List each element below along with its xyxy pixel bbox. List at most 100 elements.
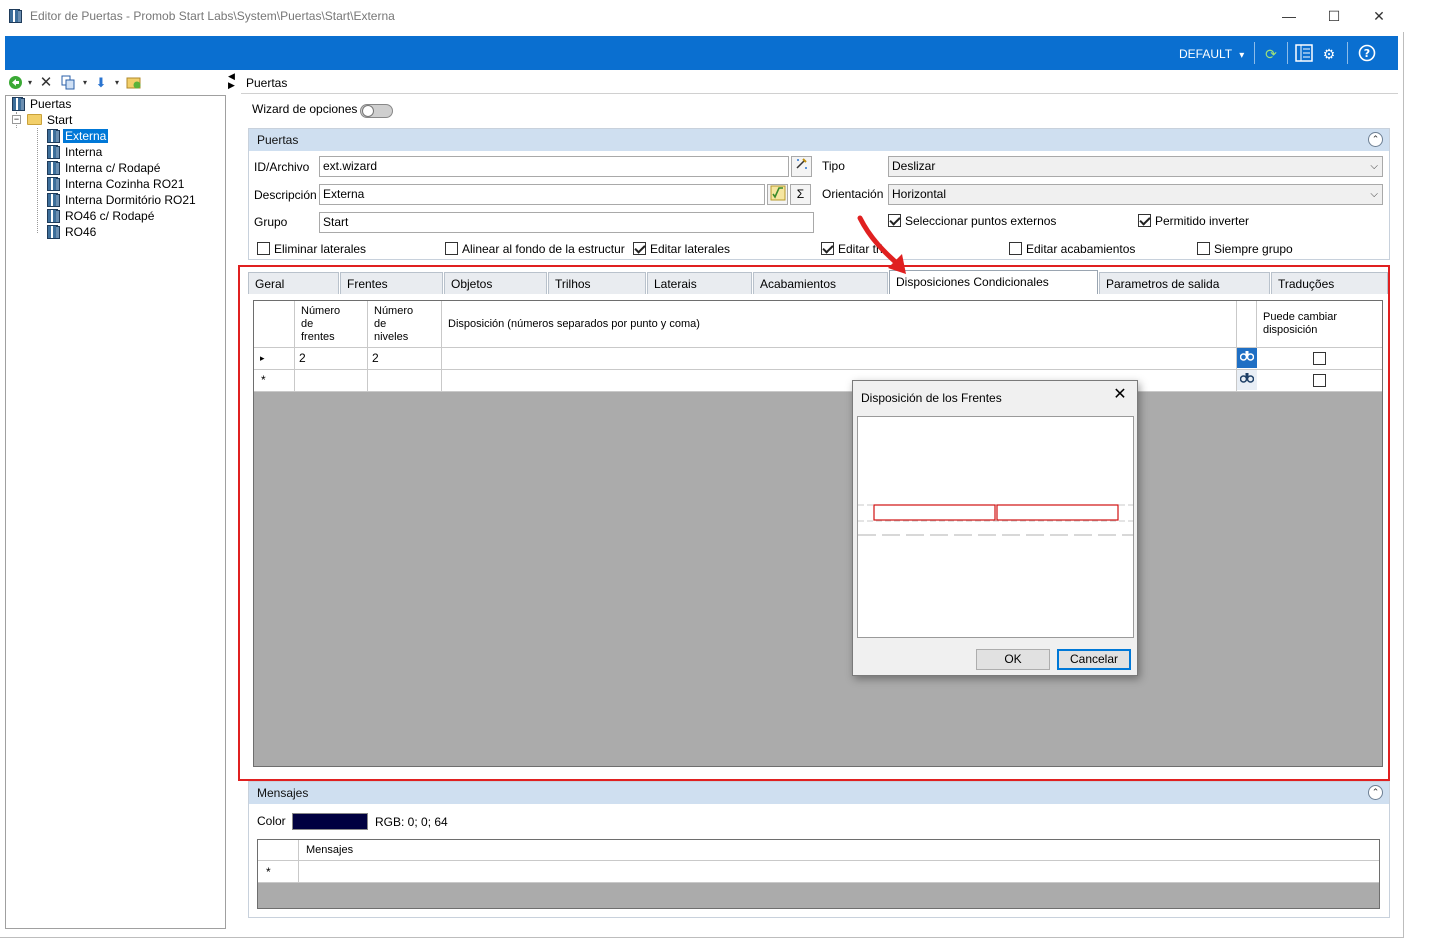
color-value: RGB: 0; 0; 64 bbox=[375, 815, 448, 829]
copy-icon[interactable] bbox=[60, 75, 76, 91]
editar-acabamientos-label: Editar acabamientos bbox=[1026, 242, 1136, 256]
toolbar-divider bbox=[1287, 42, 1288, 64]
breadcrumb-label: Puertas bbox=[246, 76, 288, 90]
color-swatch[interactable] bbox=[292, 813, 368, 830]
editar-laterales-checkbox[interactable]: Editar laterales bbox=[633, 242, 730, 256]
annotation-arrow-icon bbox=[857, 215, 906, 274]
title-bar: Editor de Puertas - Promob Start Labs\Sy… bbox=[0, 0, 1404, 32]
door-icon bbox=[46, 145, 60, 159]
delete-icon[interactable]: ✕ bbox=[38, 75, 54, 91]
table-row-new[interactable]: * bbox=[258, 861, 1379, 883]
close-button[interactable]: ✕ bbox=[1356, 4, 1402, 28]
siempre-grupo-label: Siempre grupo bbox=[1214, 242, 1293, 256]
tree-item-ro46[interactable]: RO46 bbox=[46, 225, 98, 241]
toolbar-divider bbox=[1347, 42, 1348, 64]
siempre-grupo-checkbox[interactable]: Siempre grupo bbox=[1197, 242, 1293, 256]
header-mensajes[interactable]: Mensajes bbox=[306, 844, 353, 856]
tipo-label: Tipo bbox=[822, 159, 845, 173]
maximize-button[interactable]: ☐ bbox=[1311, 4, 1357, 28]
tree-folder-start[interactable]: Start bbox=[27, 113, 74, 129]
help-icon[interactable]: ? bbox=[1357, 44, 1377, 64]
collapse-up-icon[interactable]: ⌃ bbox=[1368, 785, 1383, 800]
dialog-close-icon[interactable]: ✕ bbox=[1111, 386, 1129, 404]
move-down-icon[interactable]: ⬇ bbox=[93, 75, 109, 91]
tree-item-interna-cozinha[interactable]: Interna Cozinha RO21 bbox=[46, 177, 186, 193]
tree-root-puertas[interactable]: Puertas bbox=[11, 97, 73, 113]
checkbox-icon bbox=[257, 242, 270, 255]
refresh-icon[interactable]: ⟳ bbox=[1261, 44, 1281, 64]
copy-dropdown-arrow-icon[interactable]: ▾ bbox=[77, 75, 93, 91]
seleccionar-puntos-label: Seleccionar puntos externos bbox=[905, 214, 1057, 228]
door-icon bbox=[46, 129, 60, 143]
disposicion-frentes-dialog: Disposición de los Frentes ✕ OK Cancelar bbox=[852, 380, 1138, 676]
cancel-button[interactable]: Cancelar bbox=[1057, 649, 1131, 670]
color-label: Color bbox=[257, 814, 286, 828]
group-label: Grupo bbox=[254, 215, 288, 229]
profile-label: DEFAULT bbox=[1179, 47, 1232, 61]
doors-group-title: Puertas bbox=[249, 129, 1389, 151]
add-icon[interactable] bbox=[7, 75, 23, 91]
chevron-down-icon: ⌵ bbox=[1370, 189, 1378, 200]
add-dropdown-arrow-icon[interactable]: ▾ bbox=[22, 75, 38, 91]
door-editor-window: Editor de Puertas - Promob Start Labs\Sy… bbox=[0, 0, 1404, 938]
tree-item-interna[interactable]: Interna bbox=[46, 145, 104, 161]
eliminar-laterales-label: Eliminar laterales bbox=[274, 242, 367, 256]
tree-item-interna-dormitorio[interactable]: Interna Dormitório RO21 bbox=[46, 193, 198, 209]
tree-item-interna-rodape[interactable]: Interna c/ Rodapé bbox=[46, 161, 162, 177]
tree-item-ro46-rodape[interactable]: RO46 c/ Rodapé bbox=[46, 209, 156, 225]
id-field[interactable]: ext.wizard bbox=[319, 156, 789, 177]
wizard-toggle[interactable] bbox=[360, 104, 393, 118]
tree-item-externa[interactable]: Externa bbox=[46, 129, 109, 145]
eliminar-laterales-checkbox[interactable]: Eliminar laterales bbox=[257, 242, 366, 256]
file-browse-icon[interactable] bbox=[791, 156, 812, 177]
app-door-icon bbox=[8, 9, 22, 23]
profile-dropdown[interactable]: DEFAULT ▾ bbox=[1179, 47, 1244, 61]
splitter-right-arrow-icon[interactable]: ▶ bbox=[228, 80, 235, 91]
desc-label: Descripción bbox=[254, 188, 317, 202]
fronts-preview-canvas[interactable] bbox=[857, 416, 1134, 638]
group-field[interactable]: Start bbox=[319, 212, 814, 233]
checkbox-icon bbox=[1197, 242, 1210, 255]
ok-button[interactable]: OK bbox=[976, 649, 1050, 670]
checkbox-icon bbox=[1009, 242, 1022, 255]
toggle-knob bbox=[362, 105, 374, 117]
chevron-down-icon: ▾ bbox=[1239, 50, 1245, 61]
alinear-fondo-label: Alinear al fondo de la estructur bbox=[462, 242, 625, 256]
layout-icon[interactable] bbox=[1294, 44, 1314, 64]
sum-button[interactable]: Σ bbox=[790, 184, 811, 205]
door-icon bbox=[46, 161, 60, 175]
permitido-inverter-checkbox[interactable]: Permitido inverter bbox=[1138, 214, 1249, 228]
id-label: ID/Archivo bbox=[254, 160, 310, 174]
alinear-fondo-checkbox[interactable]: Alinear al fondo de la estructur bbox=[445, 242, 625, 256]
collapse-up-icon[interactable]: ⌃ bbox=[1368, 132, 1383, 147]
description-field[interactable]: Externa bbox=[319, 184, 765, 205]
door-icon bbox=[46, 209, 60, 223]
door-icon bbox=[46, 177, 60, 191]
checkbox-checked-icon bbox=[821, 242, 834, 255]
seleccionar-puntos-checkbox[interactable]: Seleccionar puntos externos bbox=[888, 214, 1056, 228]
doors-icon bbox=[11, 97, 25, 111]
top-toolbar: DEFAULT ▾ ⟳ ⚙ ? bbox=[5, 36, 1398, 70]
folder-icon bbox=[27, 114, 42, 125]
collapse-toggle-icon[interactable]: − bbox=[12, 115, 21, 124]
orientacion-label: Orientación bbox=[822, 187, 884, 201]
breadcrumb: Puertas bbox=[241, 72, 1398, 94]
settings-gear-icon[interactable]: ⚙ bbox=[1319, 44, 1339, 64]
tipo-select[interactable]: Deslizar ⌵ bbox=[888, 156, 1383, 177]
door-icon bbox=[46, 193, 60, 207]
row-new-marker: * bbox=[258, 861, 299, 883]
tree-connector bbox=[37, 128, 38, 233]
doors-tree: − Puertas Start Externa Interna Interna … bbox=[5, 95, 226, 929]
folder-refresh-icon[interactable] bbox=[126, 75, 142, 91]
window-title: Editor de Puertas - Promob Start Labs\Sy… bbox=[30, 9, 395, 23]
messages-group-title: Mensajes bbox=[249, 782, 1389, 804]
editar-acabamientos-checkbox[interactable]: Editar acabamientos bbox=[1009, 242, 1135, 256]
toolbar-divider bbox=[1254, 42, 1255, 64]
highlight-frame bbox=[238, 265, 1390, 781]
minimize-button[interactable]: — bbox=[1266, 4, 1312, 28]
tree-toolbar: ▾ ✕ ▾ ⬇ ▾ bbox=[5, 72, 227, 94]
formula-icon[interactable] bbox=[767, 184, 788, 205]
move-dropdown-arrow-icon[interactable]: ▾ bbox=[109, 75, 125, 91]
orientacion-select[interactable]: Horizontal ⌵ bbox=[888, 184, 1383, 205]
editar-laterales-label: Editar laterales bbox=[650, 242, 731, 256]
